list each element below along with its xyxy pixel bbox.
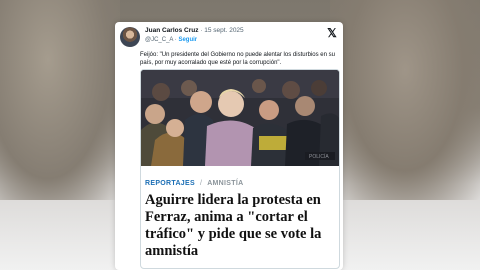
article-link-card[interactable]: POLICÍA REPORTAJES / AMNISTÍA Aguirre lide… <box>140 69 340 269</box>
article-photo: POLICÍA <box>141 70 339 166</box>
author-name[interactable]: Juan Carlos Cruz <box>145 27 198 34</box>
handle-row: @JC_C_A · Seguir <box>145 37 197 43</box>
embedded-tweet-card[interactable]: Juan Carlos Cruz · 15 sept. 2025 @JC_C_A… <box>115 22 343 270</box>
post-date[interactable]: 15 sept. 2025 <box>204 27 243 34</box>
section-link-reportajes[interactable]: REPORTAJES <box>145 180 195 187</box>
svg-text:POLICÍA: POLICÍA <box>309 153 329 160</box>
author-handle[interactable]: @JC_C_A <box>145 37 173 43</box>
background-blur-left <box>0 0 120 200</box>
article-headline[interactable]: Aguirre lidera la protesta en Ferraz, an… <box>145 192 335 260</box>
section-separator: / <box>199 180 203 187</box>
x-logo-icon[interactable]: 𝕏 <box>326 27 338 39</box>
author-avatar[interactable] <box>120 27 140 47</box>
author-name-row: Juan Carlos Cruz · 15 sept. 2025 <box>145 27 244 34</box>
background-blur-right <box>330 0 480 200</box>
crowd-photo-illustration: POLICÍA <box>141 70 339 166</box>
section-tag-amnistia[interactable]: AMNISTÍA <box>207 180 243 187</box>
tweet-header: Juan Carlos Cruz · 15 sept. 2025 @JC_C_A… <box>120 27 338 49</box>
follow-button[interactable]: Seguir <box>178 37 197 43</box>
tweet-text: Feijóo: "Un presidente del Gobierno no p… <box>140 52 335 66</box>
article-section-row: REPORTAJES / AMNISTÍA <box>145 180 243 187</box>
